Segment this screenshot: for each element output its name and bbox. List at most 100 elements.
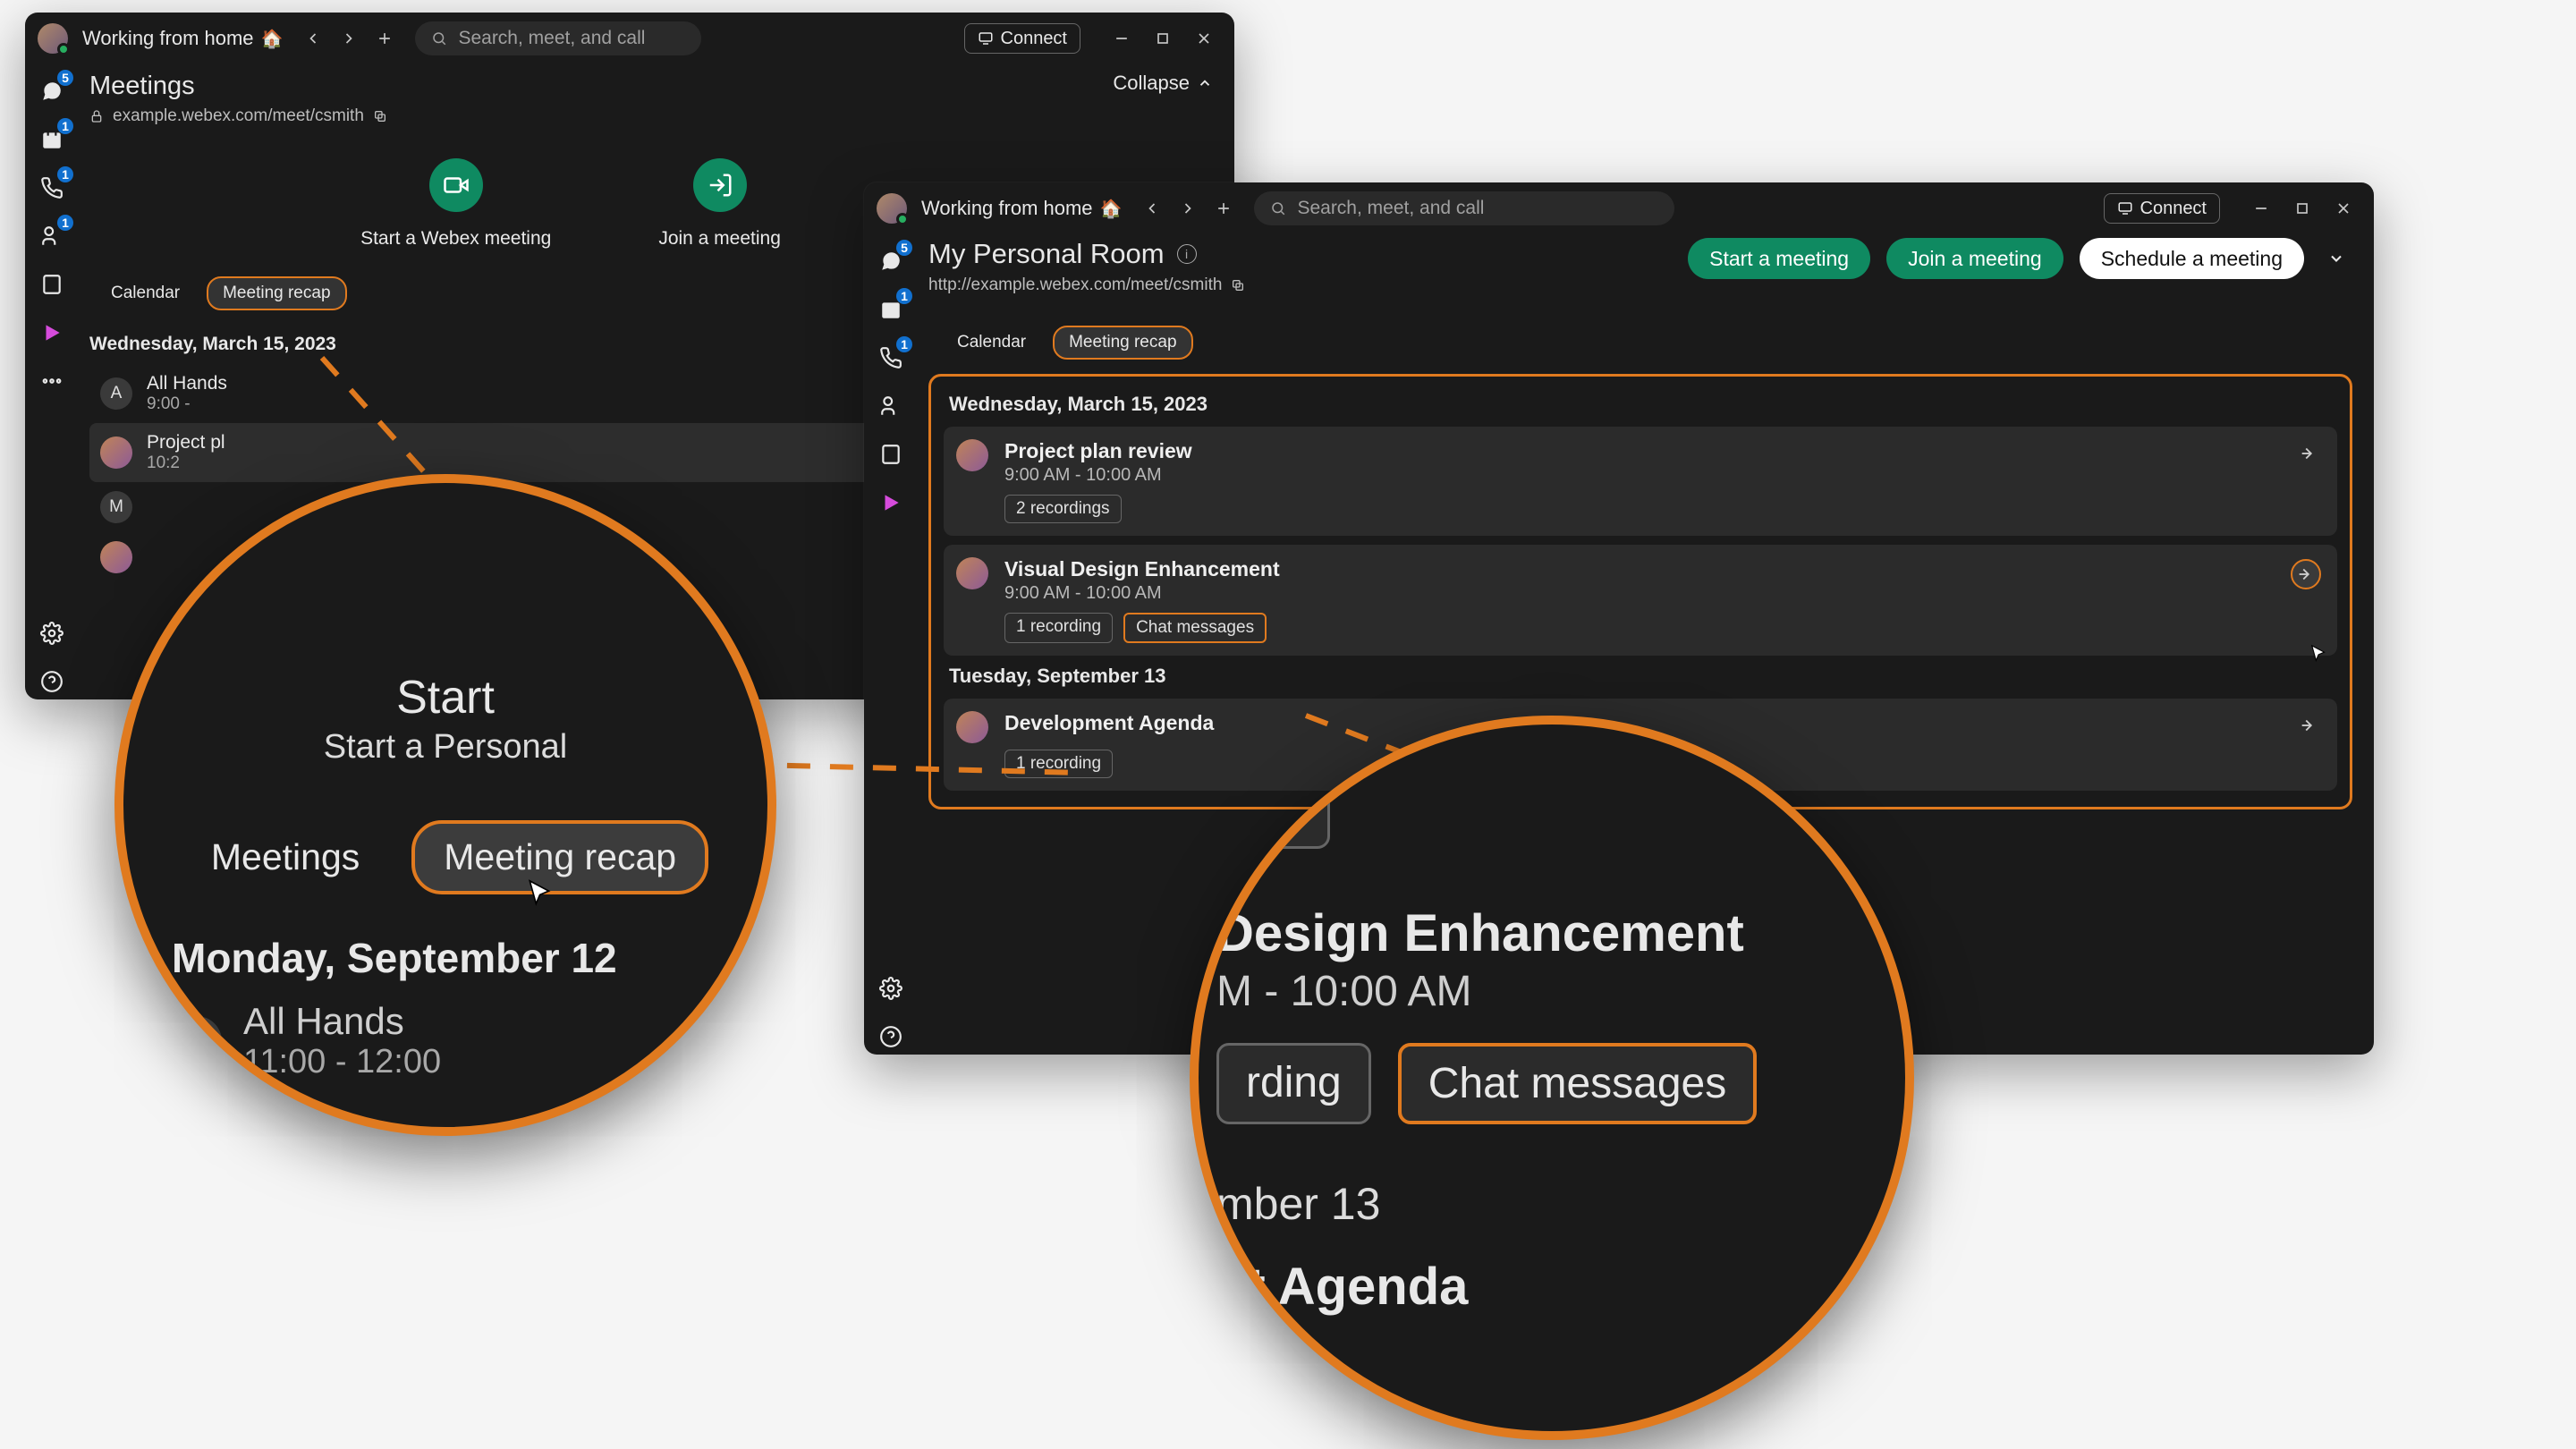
- forward-button[interactable]: [1172, 192, 1204, 225]
- maximize-button[interactable]: [1145, 21, 1181, 56]
- presence-dot: [57, 43, 70, 55]
- device-icon: [2117, 200, 2133, 216]
- minimize-button[interactable]: [2243, 191, 2279, 226]
- zoom-title: Start: [123, 671, 767, 724]
- rail-help[interactable]: [873, 1019, 909, 1055]
- nav-arrows: [297, 22, 401, 55]
- rail-messaging[interactable]: 5: [873, 243, 909, 279]
- avatar: A: [172, 1016, 222, 1066]
- rail-contacts[interactable]: [873, 436, 909, 472]
- join-icon: [693, 158, 747, 212]
- house-icon: 🏠: [1100, 198, 1123, 220]
- tab-calendar[interactable]: Calendar: [97, 278, 194, 309]
- zoom-date: mber 13: [1216, 1178, 1905, 1230]
- rail-more[interactable]: [34, 363, 70, 399]
- connect-button[interactable]: Connect: [964, 23, 1081, 54]
- search-placeholder: Search, meet, and call: [458, 28, 645, 49]
- chip-chat-messages[interactable]: Chat messages: [1123, 613, 1267, 643]
- badge: 1: [57, 166, 73, 182]
- join-meeting-action[interactable]: Join a meeting: [658, 158, 781, 250]
- rail-vidcast[interactable]: [34, 315, 70, 351]
- open-icon[interactable]: [2291, 559, 2321, 589]
- rail-calling[interactable]: 1: [873, 340, 909, 376]
- badge: 5: [896, 240, 912, 256]
- join-meeting-button[interactable]: Join a meeting: [1886, 238, 2063, 279]
- page-title: Meetings: [89, 72, 387, 101]
- connect-button[interactable]: Connect: [2104, 193, 2221, 224]
- minimize-button[interactable]: [1104, 21, 1140, 56]
- close-button[interactable]: [1186, 21, 1222, 56]
- zoom-next-title: nt Agenda: [1216, 1257, 1905, 1317]
- zoom-subtitle: Start a Personal: [123, 728, 767, 767]
- actions-dropdown[interactable]: [2320, 242, 2352, 275]
- rail-contacts[interactable]: [34, 267, 70, 302]
- rail-vidcast[interactable]: [873, 485, 909, 521]
- personal-url[interactable]: http://example.webex.com/meet/csmith: [928, 275, 1245, 295]
- presence-dot: [896, 213, 909, 225]
- status-text[interactable]: Working from home🏠: [82, 27, 283, 50]
- chip-recordings[interactable]: 2 recordings: [1004, 495, 1122, 523]
- zoom-tab-recap[interactable]: Meeting recap: [411, 820, 708, 894]
- copy-icon[interactable]: [1231, 278, 1245, 292]
- forward-button[interactable]: [333, 22, 365, 55]
- search-box[interactable]: Search, meet, and call: [415, 21, 701, 55]
- badge: 1: [896, 288, 912, 304]
- copy-icon[interactable]: [373, 109, 387, 123]
- zoom-tab-meetings[interactable]: Meetings: [182, 824, 388, 891]
- back-button[interactable]: [1136, 192, 1168, 225]
- rail-help[interactable]: [34, 664, 70, 699]
- back-button[interactable]: [297, 22, 329, 55]
- schedule-meeting-button[interactable]: Schedule a meeting: [2080, 238, 2304, 279]
- search-box[interactable]: Search, meet, and call: [1254, 191, 1674, 225]
- zoom-chip-chat[interactable]: Chat messages: [1398, 1043, 1758, 1124]
- add-button[interactable]: [369, 22, 401, 55]
- magnifier-right: gs Design Enhancement M - 10:00 AM rding…: [1190, 716, 1914, 1440]
- user-avatar[interactable]: [38, 23, 68, 54]
- search-icon: [431, 30, 447, 47]
- rail-calling[interactable]: 1: [34, 170, 70, 206]
- magnifier-left: Start Start a Personal Meetings Meeting …: [114, 474, 776, 1136]
- start-meeting-button[interactable]: Start a meeting: [1688, 238, 1870, 279]
- chip-recording[interactable]: 1 recording: [1004, 613, 1113, 643]
- rail-calendar[interactable]: 1: [34, 122, 70, 157]
- nav-rail: 5 1 1: [864, 234, 918, 1055]
- zoom-chip-recording[interactable]: rding: [1216, 1043, 1371, 1124]
- info-icon[interactable]: i: [1177, 244, 1197, 264]
- user-avatar[interactable]: [877, 193, 907, 224]
- cursor-icon: [2309, 644, 2329, 664]
- chevron-up-icon: [1197, 75, 1213, 91]
- tab-meeting-recap[interactable]: Meeting recap: [1053, 326, 1192, 360]
- maximize-button[interactable]: [2284, 191, 2320, 226]
- open-icon[interactable]: [2296, 713, 2321, 738]
- meeting-card[interactable]: Visual Design Enhancement 9:00 AM - 10:0…: [944, 545, 2337, 656]
- rail-messaging[interactable]: 5: [34, 73, 70, 109]
- zoom-row[interactable]: A All Hands 11:00 - 12:00: [172, 1000, 767, 1081]
- rail-calendar[interactable]: 1: [873, 292, 909, 327]
- header-actions: Start a meeting Join a meeting Schedule …: [1688, 238, 2352, 279]
- rail-settings[interactable]: [34, 615, 70, 651]
- status-text[interactable]: Working from home🏠: [921, 197, 1122, 220]
- open-icon[interactable]: [2296, 441, 2321, 466]
- nav-arrows: [1136, 192, 1240, 225]
- start-meeting-action[interactable]: Start a Webex meeting: [360, 158, 551, 250]
- device-icon: [978, 30, 994, 47]
- zoom-title: Design Enhancement: [1216, 903, 1905, 963]
- meeting-card[interactable]: Project plan review 9:00 AM - 10:00 AM 2…: [944, 427, 2337, 536]
- rail-teams[interactable]: [873, 388, 909, 424]
- add-button[interactable]: [1208, 192, 1240, 225]
- close-button[interactable]: [2326, 191, 2361, 226]
- rail-teams[interactable]: 1: [34, 218, 70, 254]
- rail-settings[interactable]: [873, 970, 909, 1006]
- search-placeholder: Search, meet, and call: [1297, 198, 1484, 219]
- tab-calendar[interactable]: Calendar: [943, 327, 1040, 358]
- avatar: A: [100, 377, 132, 410]
- personal-url[interactable]: example.webex.com/meet/csmith: [89, 106, 387, 126]
- window-controls: [1104, 21, 1222, 56]
- collapse-toggle[interactable]: Collapse: [1113, 72, 1213, 95]
- badge: 1: [57, 118, 73, 134]
- chip-recording[interactable]: 1 recording: [1004, 750, 1113, 778]
- zoom-time: M - 10:00 AM: [1216, 967, 1905, 1016]
- house-icon: 🏠: [261, 28, 284, 50]
- tab-meeting-recap[interactable]: Meeting recap: [207, 276, 346, 310]
- date-heading: Tuesday, September 13: [949, 665, 2337, 688]
